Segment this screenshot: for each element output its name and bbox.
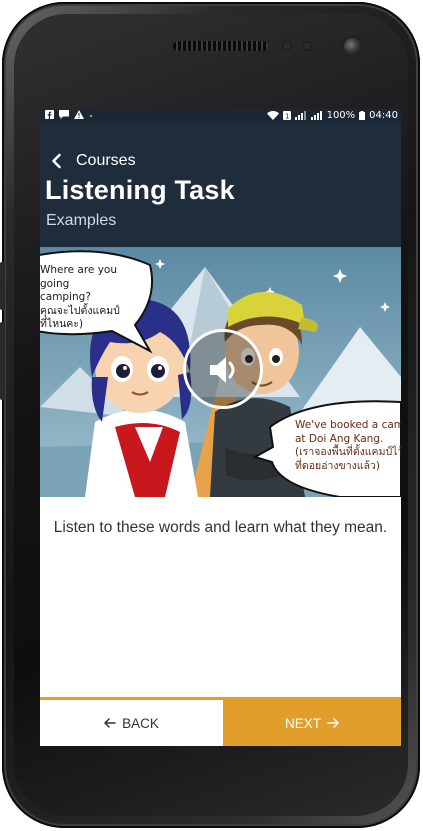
- volume-button: [0, 262, 5, 310]
- dot-icon: [89, 110, 93, 119]
- svg-text:1: 1: [285, 113, 289, 121]
- speech-left-line: Where are you going: [40, 264, 117, 290]
- speech-right-line: We've booked a camps: [295, 419, 401, 431]
- chevron-left-icon: [48, 152, 66, 170]
- speech-right-line: (เราจองพื้นที่ตั้งแคมป์ไว้: [295, 446, 401, 458]
- light-sensor: [302, 41, 312, 51]
- speech-left-line: คุณจะไปตั้งแคมป์: [40, 304, 120, 317]
- proximity-sensor: [282, 41, 292, 51]
- facebook-icon: [45, 110, 54, 119]
- battery-percent: 100%: [326, 110, 356, 121]
- page-subtitle: Examples: [46, 212, 117, 229]
- next-button-label: NEXT: [284, 715, 321, 731]
- speech-bubble-right: We've booked a camps at Doi Ang Kang. (เ…: [295, 419, 401, 473]
- chat-icon: [59, 110, 69, 119]
- bottom-nav: BACK NEXT: [40, 697, 401, 746]
- back-button[interactable]: BACK: [40, 700, 223, 746]
- signal-icon-1: [294, 111, 307, 120]
- speech-left-line: camping?: [40, 291, 91, 303]
- warning-icon: [74, 110, 84, 119]
- page-title: Listening Task: [45, 175, 235, 205]
- page-header: Courses Listening Task Examples: [40, 123, 401, 247]
- speech-right-line: ที่ดอยอ่างขางแล้ว): [295, 459, 380, 472]
- play-audio-button[interactable]: [183, 329, 263, 409]
- speech-bubble-left: Where are you going camping? คุณจะไปตั้ง…: [40, 264, 148, 332]
- back-button-label: BACK: [122, 715, 159, 731]
- side-button: [0, 322, 5, 400]
- status-bar: 1 100% 04:40: [40, 109, 401, 123]
- app-screen: 1 100% 04:40 Courses Listening Task Exam…: [40, 109, 401, 746]
- lesson-content: Listen to these words and learn what the…: [40, 497, 401, 697]
- clock: 04:40: [369, 110, 398, 121]
- signal-icon-2: [310, 111, 323, 120]
- front-camera: [344, 38, 361, 55]
- sim-icon: 1: [282, 111, 291, 121]
- back-to-courses-link[interactable]: Courses: [48, 152, 136, 170]
- speech-left-line: ที่ไหนคะ): [40, 318, 84, 330]
- arrow-right-icon: [327, 716, 339, 731]
- next-button[interactable]: NEXT: [223, 700, 401, 746]
- instruction-text: Listen to these words and learn what the…: [53, 519, 388, 536]
- arrow-left-icon: [104, 716, 116, 731]
- earpiece-speaker: [173, 41, 268, 51]
- lesson-illustration: Where are you going camping? คุณจะไปตั้ง…: [40, 247, 401, 497]
- speech-right-line: at Doi Ang Kang.: [295, 432, 384, 445]
- wifi-icon: [266, 111, 279, 120]
- back-label: Courses: [76, 152, 136, 169]
- battery-icon: [359, 111, 366, 120]
